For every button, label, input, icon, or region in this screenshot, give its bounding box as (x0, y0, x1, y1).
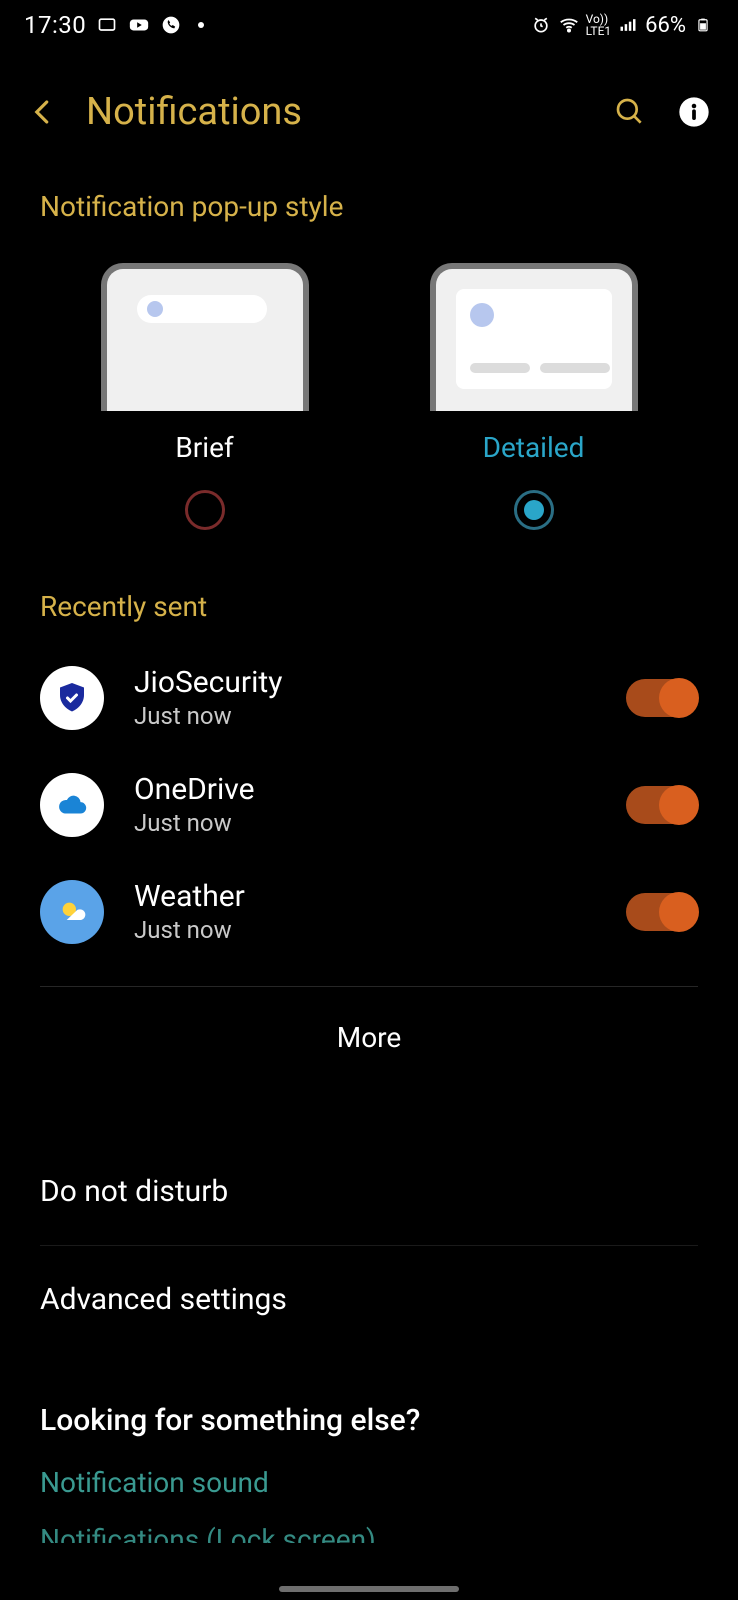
search-button[interactable] (610, 92, 650, 132)
popup-detailed-label: Detailed (483, 431, 585, 464)
toggle-jiosecurity[interactable] (626, 679, 698, 717)
app-name: JioSecurity (134, 665, 596, 700)
shield-icon (40, 666, 104, 730)
app-row-weather[interactable]: Weather Just now (40, 879, 698, 944)
app-time: Just now (134, 702, 596, 730)
cloud-icon (40, 773, 104, 837)
popup-style-section-header: Notification pop-up style (40, 190, 698, 223)
wifi-icon (558, 14, 580, 36)
sun-icon (40, 880, 104, 944)
more-button[interactable]: More (40, 987, 698, 1088)
lfse-title: Looking for something else? (40, 1403, 698, 1438)
clock-time: 17:30 (24, 11, 86, 39)
battery-percent: 66% (645, 13, 686, 38)
toggle-onedrive[interactable] (626, 786, 698, 824)
advanced-settings-item[interactable]: Advanced settings (40, 1245, 698, 1353)
volte-indicator: Vo))LTE1 (586, 13, 612, 37)
brief-preview (101, 263, 309, 411)
more-notifs-dot (198, 22, 204, 28)
status-bar: 17:30 Vo))LTE1 66% (0, 0, 738, 50)
app-name: OneDrive (134, 772, 596, 807)
youtube-icon (128, 14, 150, 36)
app-name: Weather (134, 879, 596, 914)
phone-icon (160, 14, 182, 36)
page-title: Notifications (86, 90, 586, 134)
popup-option-detailed[interactable]: Detailed (404, 263, 664, 530)
battery-icon (692, 14, 714, 36)
detailed-preview (430, 263, 638, 411)
popup-brief-label: Brief (175, 431, 233, 464)
toggle-weather[interactable] (626, 893, 698, 931)
popup-option-brief[interactable]: Brief (75, 263, 335, 530)
popup-detailed-radio[interactable] (514, 490, 554, 530)
popup-brief-radio[interactable] (185, 490, 225, 530)
notification-sound-link[interactable]: Notification sound (40, 1466, 698, 1499)
app-row-jiosecurity[interactable]: JioSecurity Just now (40, 665, 698, 730)
alarm-icon (530, 14, 552, 36)
recently-sent-section-header: Recently sent (40, 590, 698, 623)
notifications-lockscreen-link[interactable]: Notifications (Lock screen) (40, 1523, 698, 1543)
back-button[interactable] (24, 93, 62, 131)
app-row-onedrive[interactable]: OneDrive Just now (40, 772, 698, 837)
cast-icon (96, 14, 118, 36)
signal-icon (617, 14, 639, 36)
gesture-nav-bar[interactable] (279, 1586, 459, 1592)
do-not-disturb-item[interactable]: Do not disturb (40, 1138, 698, 1245)
app-time: Just now (134, 809, 596, 837)
app-time: Just now (134, 916, 596, 944)
info-button[interactable] (674, 92, 714, 132)
